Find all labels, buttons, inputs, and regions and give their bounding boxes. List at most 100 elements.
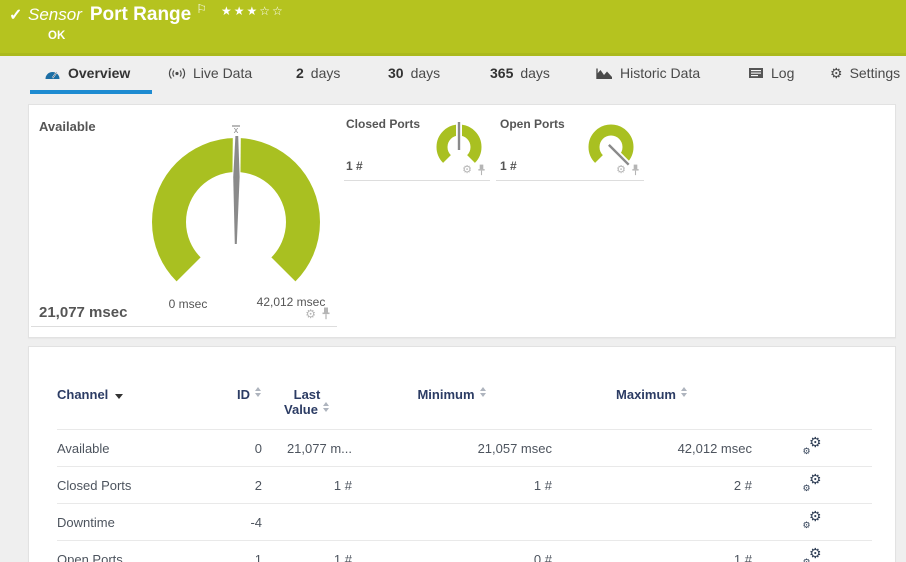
channel-maximum: 42,012 msec <box>552 429 752 467</box>
column-header-id[interactable]: ID <box>207 385 262 430</box>
channel-id: 0 <box>207 429 262 467</box>
tab-settings-label: Settings <box>849 65 901 81</box>
tab-365-days[interactable]: 365 days <box>490 56 550 90</box>
sensor-title: Port Range <box>89 4 192 25</box>
channel-name[interactable]: Open Ports <box>57 540 207 562</box>
column-header-maximum[interactable]: Maximum <box>552 385 752 430</box>
channel-settings-icon[interactable]: ⚙ ⚙ <box>803 472 822 493</box>
gauge-panel-actions: ⚙ <box>462 164 486 176</box>
gauges-card: Available x 0 msec 42,012 msec 21,077 ms… <box>28 104 896 338</box>
channel-settings-icon[interactable]: ⚙ ⚙ <box>803 435 822 456</box>
channel-minimum: 0 # <box>352 540 552 562</box>
channel-maximum <box>552 503 752 541</box>
gauge-icon <box>44 67 61 80</box>
tab-2-days-number: 2 <box>296 65 304 81</box>
channel-name[interactable]: Closed Ports <box>57 466 207 504</box>
gauge-title: Available <box>39 119 96 134</box>
prtg-sensor-page: ✓ Sensor Port Range ⚐ ★★★☆☆ OK Overview … <box>0 0 906 562</box>
tab-historic-data-label: Historic Data <box>620 65 701 81</box>
tab-30-days[interactable]: 30 days <box>388 56 440 90</box>
pin-icon[interactable] <box>631 164 640 176</box>
gauge-settings-gear-icon[interactable]: ⚙ <box>462 164 472 176</box>
sort-desc-icon <box>115 394 124 399</box>
channel-last-value: 21,077 m... <box>262 429 352 467</box>
channel-id: -4 <box>207 503 262 541</box>
gauge-panel-closed-ports[interactable]: Closed Ports 1 # ⚙ <box>344 107 490 181</box>
tab-log-label: Log <box>771 65 795 81</box>
channel-maximum: 1 # <box>552 540 752 562</box>
gauge-current-value: 21,077 msec <box>39 304 128 321</box>
available-gauge: x <box>152 125 320 282</box>
gauge-settings-gear-icon[interactable]: ⚙ <box>305 308 316 320</box>
tab-overview[interactable]: Overview <box>44 56 130 90</box>
historic-chart-icon <box>596 67 613 80</box>
sensor-status-header: ✓ Sensor Port Range ⚐ ★★★☆☆ OK <box>0 0 906 56</box>
table-row-closed-ports[interactable]: Closed Ports 2 1 # 1 # 2 # ⚙ ⚙ <box>57 466 872 504</box>
channel-last-value: 1 # <box>262 540 352 562</box>
object-kind-label: Sensor <box>28 5 82 24</box>
gauge-panel-available[interactable]: Available x 0 msec 42,012 msec 21,077 ms… <box>31 107 337 327</box>
column-header-last-value[interactable]: Last Value <box>262 385 352 430</box>
flag-icon[interactable]: ⚐ <box>196 2 207 16</box>
table-row-downtime[interactable]: Downtime -4 ⚙ ⚙ <box>57 503 872 541</box>
active-tab-indicator <box>30 90 152 94</box>
column-header-actions <box>752 385 872 430</box>
channel-id: 2 <box>207 466 262 504</box>
channel-minimum: 21,057 msec <box>352 429 552 467</box>
stars-empty: ☆☆ <box>259 4 285 18</box>
gauge-current-value: 1 # <box>346 159 363 173</box>
column-header-channel[interactable]: Channel <box>57 385 207 430</box>
sort-icon <box>322 402 330 412</box>
channel-last-value: 1 # <box>262 466 352 504</box>
tab-365-days-number: 365 <box>490 65 514 81</box>
gauge-panel-open-ports[interactable]: Open Ports 1 # ⚙ <box>496 107 644 181</box>
channel-id: 1 <box>207 540 262 562</box>
settings-gear-icon: ⚙ <box>830 64 843 81</box>
gauge-title: Closed Ports <box>346 117 421 131</box>
table-row-available[interactable]: Available 0 21,077 m... 21,057 msec 42,0… <box>57 429 872 467</box>
tab-live-data[interactable]: Live Data <box>168 56 252 90</box>
mean-marker: x <box>234 125 239 135</box>
tab-log[interactable]: Log <box>748 56 794 90</box>
priority-stars[interactable]: ★★★☆☆ <box>221 4 285 18</box>
sort-icon <box>680 387 688 397</box>
tab-bar: Overview Live Data 2 days 30 days 365 da… <box>0 56 906 95</box>
channel-last-value <box>262 503 352 541</box>
tab-overview-label: Overview <box>68 65 131 81</box>
sort-icon <box>255 387 262 397</box>
gauge-scale-min: 0 msec <box>168 297 208 311</box>
tab-30-days-number: 30 <box>388 65 404 81</box>
tab-live-data-label: Live Data <box>193 65 253 81</box>
table-row-open-ports[interactable]: Open Ports 1 1 # 0 # 1 # ⚙ ⚙ <box>57 540 872 562</box>
live-data-icon <box>168 67 186 80</box>
sort-icon <box>479 387 487 397</box>
gauge-settings-gear-icon[interactable]: ⚙ <box>616 164 626 176</box>
tab-settings[interactable]: ⚙ Settings <box>830 56 900 90</box>
tab-2-days-label: days <box>310 65 341 81</box>
channel-maximum: 2 # <box>552 466 752 504</box>
tab-365-days-label: days <box>520 65 550 81</box>
pin-icon[interactable] <box>477 164 486 176</box>
channel-settings-icon[interactable]: ⚙ ⚙ <box>803 509 822 530</box>
gauge-panel-actions: ⚙ <box>616 164 640 176</box>
tab-2-days[interactable]: 2 days <box>296 56 340 90</box>
channels-table: Channel ID Last Value Minimum Maximum Av… <box>57 385 872 562</box>
channel-name[interactable]: Available <box>57 429 207 467</box>
gauge-current-value: 1 # <box>500 159 517 173</box>
sensor-status-text: OK <box>48 30 66 42</box>
log-list-icon <box>748 67 764 79</box>
tab-30-days-label: days <box>410 65 441 81</box>
column-header-minimum[interactable]: Minimum <box>352 385 552 430</box>
channel-name[interactable]: Downtime <box>57 503 207 541</box>
pin-icon[interactable] <box>321 307 331 320</box>
channel-minimum: 1 # <box>352 466 552 504</box>
tab-historic-data[interactable]: Historic Data <box>596 56 700 90</box>
gauge-title: Open Ports <box>500 117 565 131</box>
status-ok-check-icon: ✓ <box>9 7 23 24</box>
gauge-needle <box>232 133 241 245</box>
stars-filled: ★★★ <box>221 4 260 18</box>
channels-table-card: Channel ID Last Value Minimum Maximum Av… <box>28 346 896 562</box>
gauge-panel-actions: ⚙ <box>305 307 331 320</box>
channel-settings-icon[interactable]: ⚙ ⚙ <box>803 546 822 562</box>
channel-minimum <box>352 503 552 541</box>
